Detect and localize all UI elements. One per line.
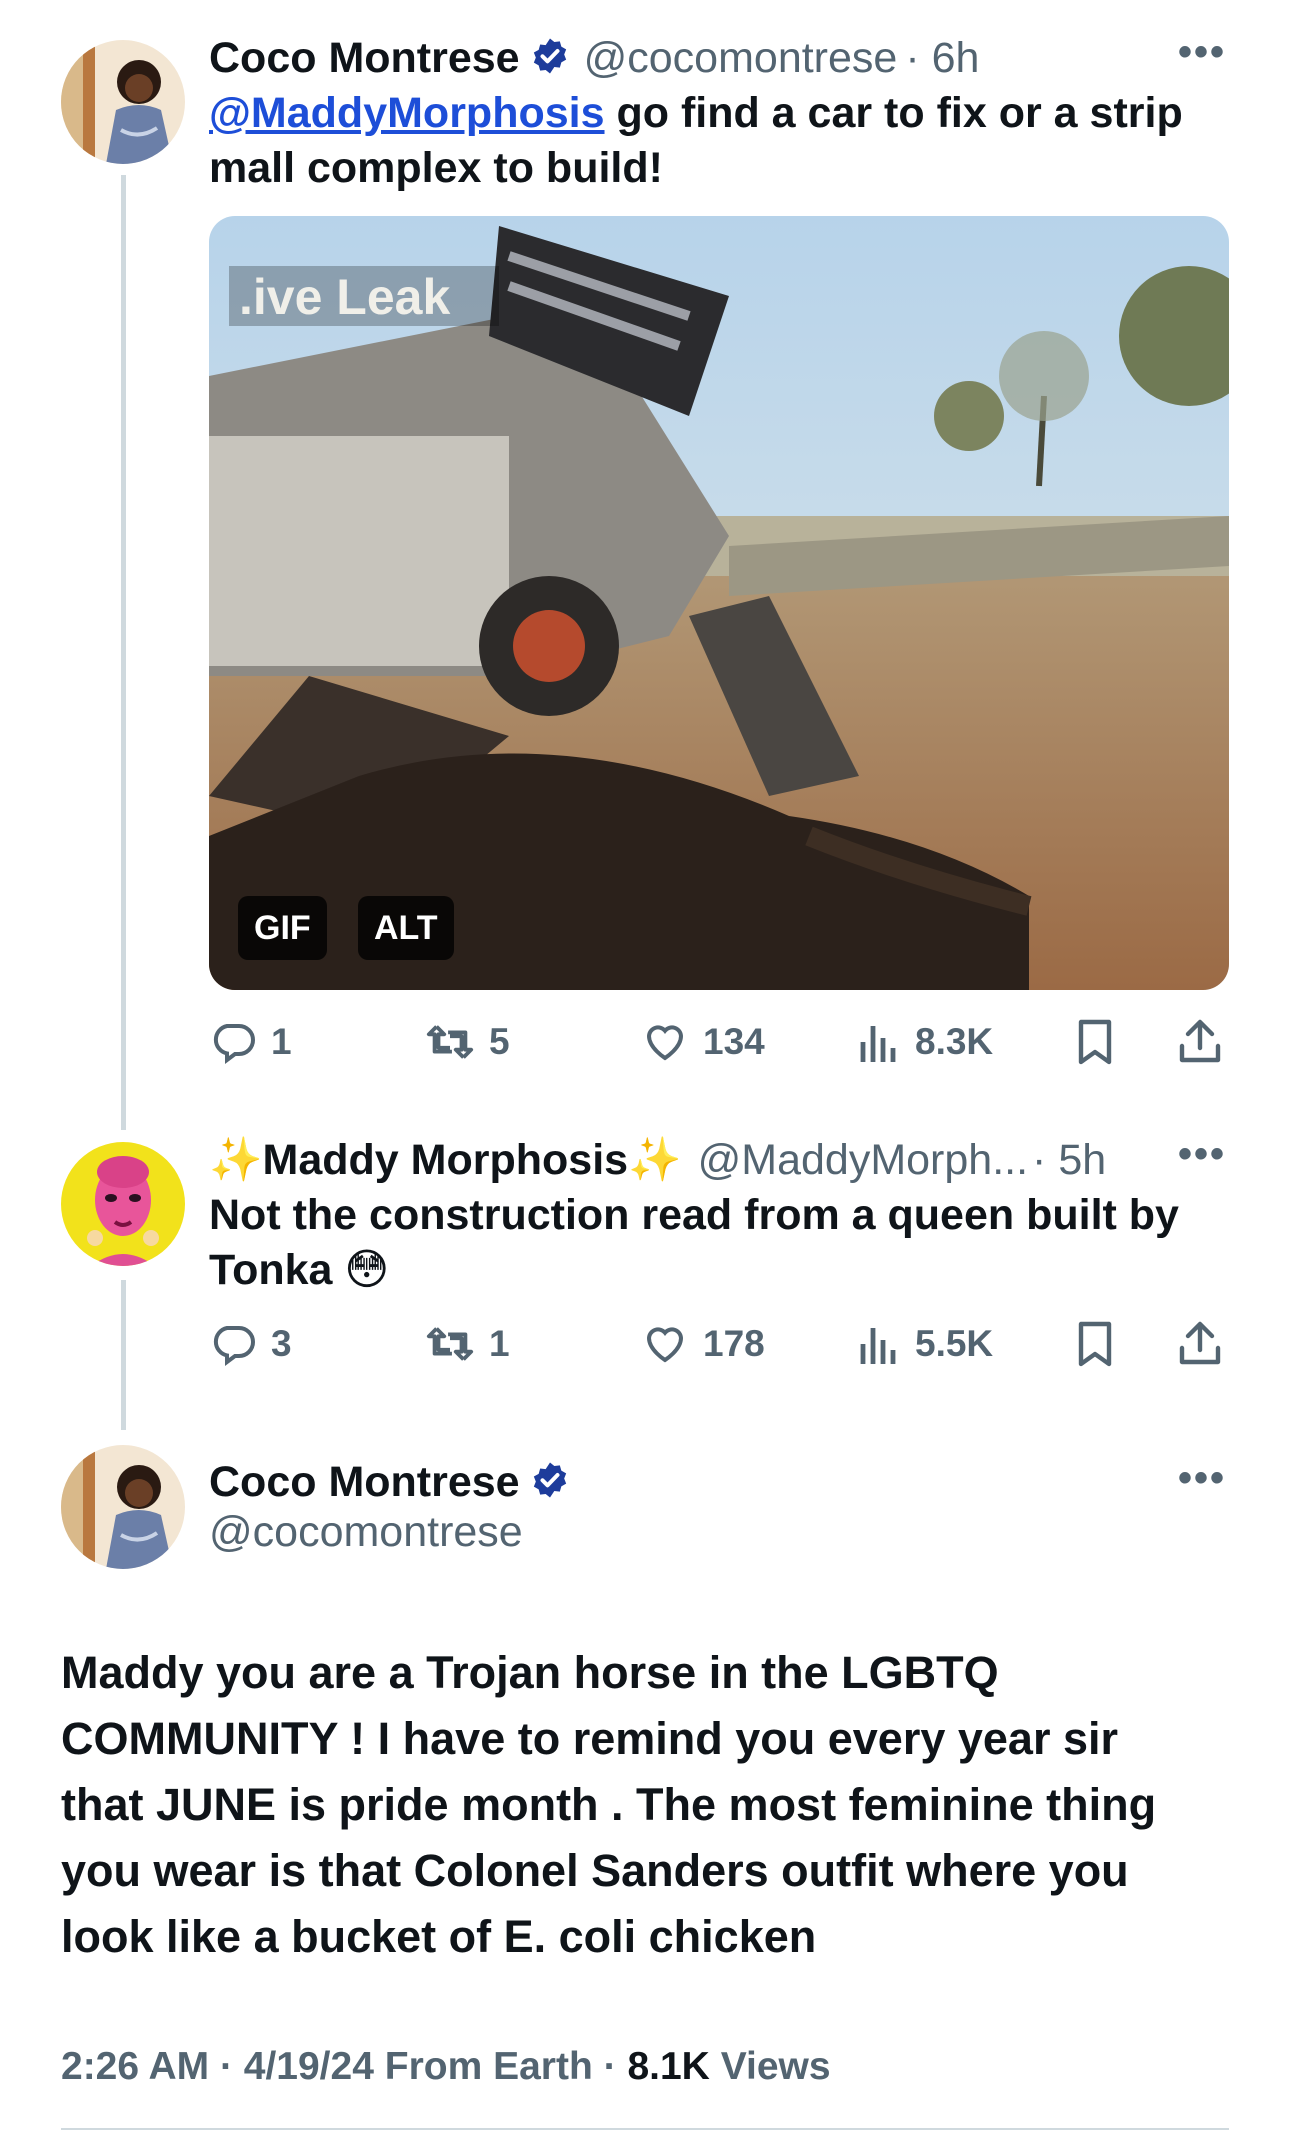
timestamp[interactable]: · 6h <box>905 34 979 83</box>
gif-preview-image: .ive Leak <box>209 216 1229 990</box>
tweet-text: Maddy you are a Trojan horse in the LGBT… <box>61 1647 1157 1962</box>
reply-icon <box>213 1024 255 1064</box>
like-count: 178 <box>703 1323 765 1364</box>
bookmark-button[interactable] <box>1073 1320 1117 1368</box>
like-button[interactable]: 178 <box>641 1320 765 1368</box>
verified-badge-icon <box>530 36 570 81</box>
tweet-source: From Earth <box>384 2045 593 2088</box>
more-icon[interactable]: ••• <box>1178 30 1226 75</box>
more-icon[interactable]: ••• <box>1178 1132 1226 1177</box>
views-count: 8.3K <box>915 1021 994 1062</box>
avatar[interactable] <box>61 1142 185 1266</box>
thread-line <box>121 175 126 1130</box>
repost-count: 1 <box>489 1323 510 1364</box>
views-button[interactable]: 5.5K <box>857 1320 993 1368</box>
media-gif[interactable]: .ive Leak GIF ALT <box>209 216 1229 990</box>
reply-count: 3 <box>271 1323 292 1364</box>
share-icon <box>1179 1321 1221 1365</box>
timestamp[interactable]: · 5h <box>1032 1136 1106 1185</box>
views-button[interactable]: 8.3K <box>857 1018 993 1066</box>
verified-badge-icon <box>530 1460 570 1505</box>
alt-badge[interactable]: ALT <box>358 896 454 960</box>
handle[interactable]: @cocomontrese <box>584 34 898 83</box>
gif-badge: GIF <box>238 896 327 960</box>
share-button[interactable] <box>1176 1318 1224 1368</box>
display-name[interactable]: Coco Montrese <box>209 1458 520 1507</box>
mention-link[interactable]: @MaddyMorphosis <box>209 89 605 137</box>
views-count: 5.5K <box>915 1323 994 1364</box>
display-name[interactable]: Coco Montrese <box>209 34 520 83</box>
avatar[interactable] <box>61 1445 185 1569</box>
views-icon <box>860 1026 896 1062</box>
views-count: 8.1K <box>627 2045 710 2088</box>
thread-line <box>121 1280 126 1430</box>
repost-icon <box>426 1025 474 1059</box>
repost-button[interactable]: 5 <box>425 1018 510 1066</box>
handle[interactable]: @MaddyMorph... <box>698 1136 1028 1185</box>
repost-icon <box>426 1327 474 1361</box>
watermark-text: .ive Leak <box>239 269 450 325</box>
reply-button[interactable]: 1 <box>209 1018 292 1066</box>
tweet-time[interactable]: 2:26 AM <box>61 2045 209 2088</box>
bookmark-icon <box>1078 1019 1112 1065</box>
reply-button[interactable]: 3 <box>209 1320 292 1368</box>
divider <box>61 2128 1229 2130</box>
repost-count: 5 <box>489 1021 510 1062</box>
tweet-text: Not the construction read from a queen b… <box>209 1191 1179 1294</box>
tweet-text: @MaddyMorphosis go find a car to fix or … <box>209 89 1183 192</box>
views-icon <box>860 1328 896 1364</box>
repost-button[interactable]: 1 <box>425 1320 510 1368</box>
reply-count: 1 <box>271 1021 292 1062</box>
bookmark-button[interactable] <box>1073 1018 1117 1066</box>
views-label: Views <box>720 2045 831 2088</box>
heart-icon <box>646 1327 684 1363</box>
heart-icon <box>646 1025 684 1061</box>
reply-icon <box>213 1326 255 1366</box>
tweet-meta: 2:26 AM · 4/19/24 From Earth · 8.1K View… <box>61 2045 831 2088</box>
like-button[interactable]: 134 <box>641 1018 765 1066</box>
bookmark-icon <box>1078 1321 1112 1367</box>
handle[interactable]: @cocomontrese <box>209 1508 523 1557</box>
share-button[interactable] <box>1176 1016 1224 1066</box>
more-icon[interactable]: ••• <box>1178 1456 1226 1501</box>
avatar[interactable] <box>61 40 185 164</box>
tweet-date[interactable]: 4/19/24 <box>244 2045 374 2088</box>
share-icon <box>1179 1019 1221 1063</box>
display-name[interactable]: ✨Maddy Morphosis✨ <box>209 1135 682 1185</box>
like-count: 134 <box>703 1021 765 1062</box>
